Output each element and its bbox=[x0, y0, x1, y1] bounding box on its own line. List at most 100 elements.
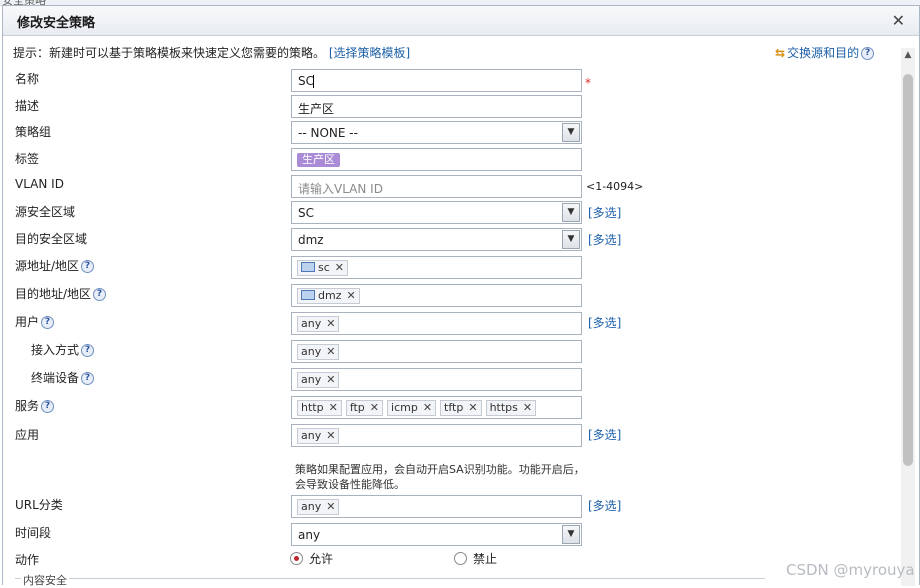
chip-label: any bbox=[301, 345, 322, 358]
remove-icon[interactable]: ✕ bbox=[326, 373, 335, 386]
access-mode-label-text: 接入方式 bbox=[31, 343, 80, 357]
time-range-select[interactable]: any ▼ bbox=[291, 523, 582, 546]
tag-chip[interactable]: 生产区 bbox=[297, 153, 340, 167]
source-address-input[interactable]: sc ✕ bbox=[291, 256, 582, 279]
watermark: CSDN @myrouya bbox=[786, 561, 915, 579]
remove-icon[interactable]: ✕ bbox=[335, 261, 344, 274]
dest-zone-label: 目的安全区域 bbox=[15, 232, 88, 246]
help-icon[interactable]: ? bbox=[41, 316, 55, 329]
url-category-multi-link[interactable]: [多选] bbox=[588, 497, 621, 514]
policy-group-select[interactable]: -- NONE -- ▼ bbox=[291, 121, 582, 144]
service-chip[interactable]: https ✕ bbox=[485, 400, 537, 416]
terminal-chip[interactable]: any ✕ bbox=[297, 372, 340, 388]
policy-group-value: -- NONE -- bbox=[298, 126, 358, 140]
action-deny-radio[interactable]: 禁止 bbox=[454, 550, 497, 567]
dest-zone-multi-link[interactable]: [多选] bbox=[588, 231, 621, 248]
application-chip[interactable]: any ✕ bbox=[297, 428, 340, 444]
vlan-label: VLAN ID bbox=[15, 177, 64, 191]
dest-zone-value: dmz bbox=[298, 233, 324, 247]
source-zone-select[interactable]: SC ▼ bbox=[291, 201, 582, 224]
terminal-label: 终端设备? bbox=[31, 369, 95, 386]
access-mode-input[interactable]: any ✕ bbox=[291, 340, 582, 363]
url-category-chip[interactable]: any ✕ bbox=[297, 499, 340, 515]
dest-address-label: 目的地址/地区? bbox=[15, 285, 107, 302]
tag-input[interactable]: 生产区 bbox=[291, 148, 582, 171]
remove-icon[interactable]: ✕ bbox=[423, 401, 432, 414]
terminal-chips: any ✕ bbox=[297, 372, 340, 388]
help-icon[interactable]: ? bbox=[81, 344, 95, 357]
scroll-thumb[interactable] bbox=[903, 74, 913, 466]
help-icon[interactable]: ? bbox=[861, 47, 875, 60]
content-security-legend: 内容安全 bbox=[21, 572, 69, 588]
url-category-label: URL分类 bbox=[15, 498, 63, 512]
address-chip[interactable]: dmz ✕ bbox=[297, 288, 360, 304]
chevron-down-icon[interactable]: ▼ bbox=[562, 203, 580, 222]
vlan-input[interactable]: 请输入VLAN ID bbox=[291, 175, 582, 198]
service-chip[interactable]: tftp ✕ bbox=[440, 400, 482, 416]
swap-label: 交换源和目的 bbox=[787, 46, 860, 60]
remove-icon[interactable]: ✕ bbox=[523, 401, 532, 414]
help-icon[interactable]: ? bbox=[81, 260, 95, 273]
user-chips: any ✕ bbox=[297, 316, 340, 332]
dest-zone-select[interactable]: dmz ▼ bbox=[291, 228, 582, 251]
edit-security-policy-dialog: 修改安全策略 ✕ 提示：新建时可以基于策略模板来快速定义您需要的策略。 [选择策… bbox=[2, 5, 920, 588]
remove-icon[interactable]: ✕ bbox=[326, 500, 335, 513]
action-allow-radio[interactable]: 允许 bbox=[290, 550, 333, 567]
vlan-placeholder: 请输入VLAN ID bbox=[298, 182, 383, 196]
action-label: 动作 bbox=[15, 553, 40, 567]
required-mark: * bbox=[585, 76, 591, 90]
name-input[interactable]: SC bbox=[291, 69, 582, 92]
terminal-input[interactable]: any ✕ bbox=[291, 368, 582, 391]
url-category-chips: any ✕ bbox=[297, 499, 340, 515]
close-icon[interactable]: ✕ bbox=[892, 11, 905, 30]
source-zone-value: SC bbox=[298, 206, 314, 220]
chevron-down-icon[interactable]: ▼ bbox=[562, 525, 580, 544]
remove-icon[interactable]: ✕ bbox=[329, 401, 338, 414]
service-chip[interactable]: ftp ✕ bbox=[345, 400, 384, 416]
url-category-input[interactable]: any ✕ bbox=[291, 495, 582, 518]
service-chip[interactable]: icmp ✕ bbox=[387, 400, 437, 416]
dest-address-input[interactable]: dmz ✕ bbox=[291, 284, 582, 307]
service-input[interactable]: http ✕ ftp ✕ icmp ✕ tftp ✕ https ✕ bbox=[291, 396, 582, 419]
tip-line: 提示：新建时可以基于策略模板来快速定义您需要的策略。 [选择策略模板] bbox=[13, 44, 410, 61]
application-input[interactable]: any ✕ bbox=[291, 424, 582, 447]
time-range-label: 时间段 bbox=[15, 526, 52, 540]
content-security-divider bbox=[15, 578, 765, 579]
application-multi-link[interactable]: [多选] bbox=[588, 426, 621, 443]
user-multi-link[interactable]: [多选] bbox=[588, 314, 621, 331]
remove-icon[interactable]: ✕ bbox=[326, 345, 335, 358]
service-chip[interactable]: http ✕ bbox=[297, 400, 342, 416]
help-icon[interactable]: ? bbox=[93, 288, 107, 301]
address-chip[interactable]: sc ✕ bbox=[297, 260, 348, 276]
swap-source-dest-button[interactable]: ⇆ 交换源和目的? bbox=[775, 44, 875, 61]
access-mode-chip[interactable]: any ✕ bbox=[297, 344, 340, 360]
application-label: 应用 bbox=[15, 428, 40, 442]
description-input[interactable]: 生产区 bbox=[291, 95, 582, 118]
user-chip[interactable]: any ✕ bbox=[297, 316, 340, 332]
remove-icon[interactable]: ✕ bbox=[468, 401, 477, 414]
tag-label: 标签 bbox=[15, 152, 40, 166]
swap-icon: ⇆ bbox=[775, 46, 786, 60]
service-label-text: 服务 bbox=[15, 399, 40, 413]
user-label-text: 用户 bbox=[15, 315, 40, 329]
dest-address-label-text: 目的地址/地区 bbox=[15, 287, 92, 301]
dest-address-chips: dmz ✕ bbox=[297, 288, 360, 304]
select-template-link[interactable]: [选择策略模板] bbox=[329, 46, 410, 60]
vertical-scrollbar[interactable]: ▲ bbox=[901, 48, 915, 586]
remove-icon[interactable]: ✕ bbox=[370, 401, 379, 414]
user-input[interactable]: any ✕ bbox=[291, 312, 582, 335]
chevron-down-icon[interactable]: ▼ bbox=[562, 230, 580, 249]
help-icon[interactable]: ? bbox=[41, 400, 55, 413]
remove-icon[interactable]: ✕ bbox=[326, 429, 335, 442]
radio-unselected-icon bbox=[454, 552, 467, 565]
source-zone-multi-link[interactable]: [多选] bbox=[588, 204, 621, 221]
chip-label: any bbox=[301, 500, 322, 513]
help-icon[interactable]: ? bbox=[81, 372, 95, 385]
remove-icon[interactable]: ✕ bbox=[326, 317, 335, 330]
scroll-up-icon[interactable]: ▲ bbox=[901, 48, 915, 62]
service-chips: http ✕ ftp ✕ icmp ✕ tftp ✕ https ✕ bbox=[297, 400, 537, 416]
user-label: 用户? bbox=[15, 313, 55, 330]
remove-icon[interactable]: ✕ bbox=[346, 289, 355, 302]
name-value: SC bbox=[298, 74, 314, 88]
chevron-down-icon[interactable]: ▼ bbox=[562, 123, 580, 142]
